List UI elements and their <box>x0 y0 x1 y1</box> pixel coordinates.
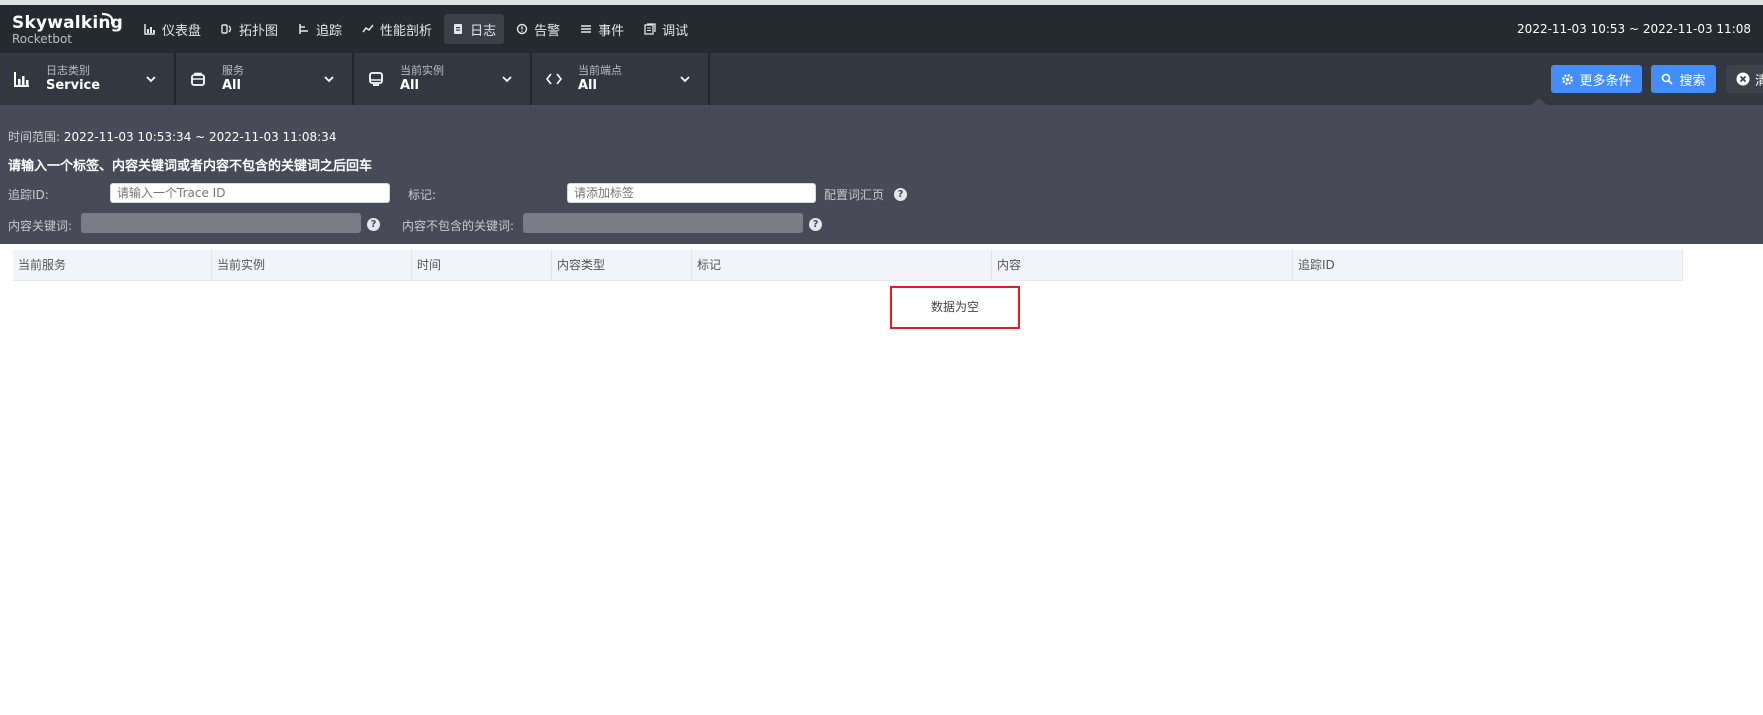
time-range-value: 2022-11-03 10:53:34 ~ 2022-11-03 11:08:3… <box>63 130 337 144</box>
main-nav: 仪表盘 拓扑图 追踪 性能剖析 日志 告警 事件 调试 <box>136 14 696 44</box>
select-value: All <box>578 78 597 93</box>
nav-profile[interactable]: 性能剖析 <box>354 14 440 44</box>
keyword-input[interactable] <box>81 213 361 233</box>
clear-button[interactable]: 清 <box>1726 65 1763 93</box>
nav-label: 拓扑图 <box>239 23 279 39</box>
trace-id-label: 追踪ID: <box>8 188 49 202</box>
log-icon <box>454 24 463 34</box>
close-circle-icon <box>1736 72 1750 86</box>
button-label: 清 <box>1755 73 1763 89</box>
select-value: Service <box>46 78 101 93</box>
input-hint: 请输入一个标签、内容关键词或者内容不包含的关键词之后回车 <box>8 159 373 174</box>
column-header: 追踪ID <box>1293 250 1683 280</box>
tag-label: 标记: <box>408 188 437 202</box>
topology-icon <box>221 24 232 34</box>
nav-label: 性能剖析 <box>380 23 433 39</box>
nav-label: 事件 <box>598 23 625 39</box>
nav-label: 调试 <box>662 23 689 39</box>
select-value: All <box>222 78 241 93</box>
nav-trace[interactable]: 追踪 <box>290 14 350 44</box>
tag-input[interactable] <box>567 183 816 203</box>
select-label: 当前端点 <box>578 64 622 77</box>
chevron-down-icon <box>146 76 156 83</box>
code-icon <box>546 73 562 85</box>
skywalking-logo[interactable]: Skywalking Rocketbot <box>12 12 123 48</box>
config-vocabulary-link[interactable]: 配置词汇页 <box>824 186 884 203</box>
chevron-down-icon <box>324 76 334 83</box>
logo-arc-icon <box>101 12 114 25</box>
endpoint-select[interactable]: 当前端点 All <box>532 53 710 105</box>
nav-dashboard[interactable]: 仪表盘 <box>136 14 209 44</box>
nav-alarm[interactable]: 告警 <box>508 14 568 44</box>
button-label: 更多条件 <box>1579 73 1632 89</box>
exclude-keyword-label: 内容不包含的关键词: <box>402 219 515 233</box>
empty-data-message: 数据为空 <box>890 286 1020 329</box>
global-time-range[interactable]: 2022-11-03 10:53 ~ 2022-11-03 11:08 <box>1517 5 1751 53</box>
gear-icon <box>1562 73 1574 85</box>
search-button[interactable]: 搜索 <box>1651 65 1716 93</box>
help-icon[interactable]: ? <box>809 218 822 231</box>
help-icon[interactable]: ? <box>367 218 380 231</box>
select-label: 日志类别 <box>46 64 90 77</box>
column-header: 时间 <box>412 250 552 280</box>
help-icon[interactable]: ? <box>894 188 907 201</box>
time-range-row: 时间范围: 2022-11-03 10:53:34 ~ 2022-11-03 1… <box>8 128 336 145</box>
column-header: 内容 <box>992 250 1293 280</box>
service-select[interactable]: 服务 All <box>176 53 354 105</box>
panel-pointer <box>1531 98 1547 105</box>
event-icon <box>581 25 592 33</box>
trace-id-input[interactable] <box>110 183 390 203</box>
column-header: 当前服务 <box>13 250 212 280</box>
exclude-keyword-input[interactable] <box>523 213 803 233</box>
profile-icon <box>362 24 374 33</box>
chevron-down-icon <box>502 76 512 83</box>
nav-debug[interactable]: 调试 <box>636 14 696 44</box>
nav-label: 仪表盘 <box>162 23 202 39</box>
nav-event[interactable]: 事件 <box>572 14 632 44</box>
column-header: 当前实例 <box>212 250 412 280</box>
select-label: 服务 <box>222 64 244 77</box>
chart-icon <box>144 24 155 35</box>
log-table-header: 当前服务 当前实例 时间 内容类型 标记 内容 追踪ID <box>13 250 1683 281</box>
trace-icon <box>299 24 309 34</box>
column-header: 内容类型 <box>552 250 692 280</box>
time-range-label: 时间范围: <box>8 130 61 144</box>
logo-subtitle: Rocketbot <box>12 32 73 46</box>
log-category-select[interactable]: 日志类别 Service <box>0 53 176 105</box>
top-header: Skywalking Rocketbot 仪表盘 拓扑图 追踪 性能剖析 日志 <box>0 5 1763 53</box>
briefcase-icon <box>191 72 205 86</box>
button-label: 搜索 <box>1679 73 1706 89</box>
chart-icon <box>14 72 29 87</box>
nav-log[interactable]: 日志 <box>444 14 505 44</box>
search-icon <box>1662 73 1674 85</box>
nav-label: 日志 <box>470 23 497 39</box>
alarm-icon <box>516 23 528 35</box>
keyword-label: 内容关键词: <box>8 219 73 233</box>
column-header: 标记 <box>692 250 992 280</box>
select-value: All <box>400 78 419 93</box>
nav-label: 追踪 <box>316 23 343 39</box>
debug-icon <box>644 23 656 35</box>
select-label: 当前实例 <box>400 64 444 77</box>
more-conditions-button[interactable]: 更多条件 <box>1551 65 1642 93</box>
nav-topology[interactable]: 拓扑图 <box>213 14 286 44</box>
chevron-down-icon <box>680 76 690 83</box>
filter-toolbar: 日志类别 Service 服务 All 当前实例 All 当前端点 All 更多… <box>0 53 1763 105</box>
server-icon <box>369 72 383 86</box>
conditions-panel: 时间范围: 2022-11-03 10:53:34 ~ 2022-11-03 1… <box>0 105 1763 244</box>
nav-label: 告警 <box>534 23 561 39</box>
instance-select[interactable]: 当前实例 All <box>354 53 532 105</box>
